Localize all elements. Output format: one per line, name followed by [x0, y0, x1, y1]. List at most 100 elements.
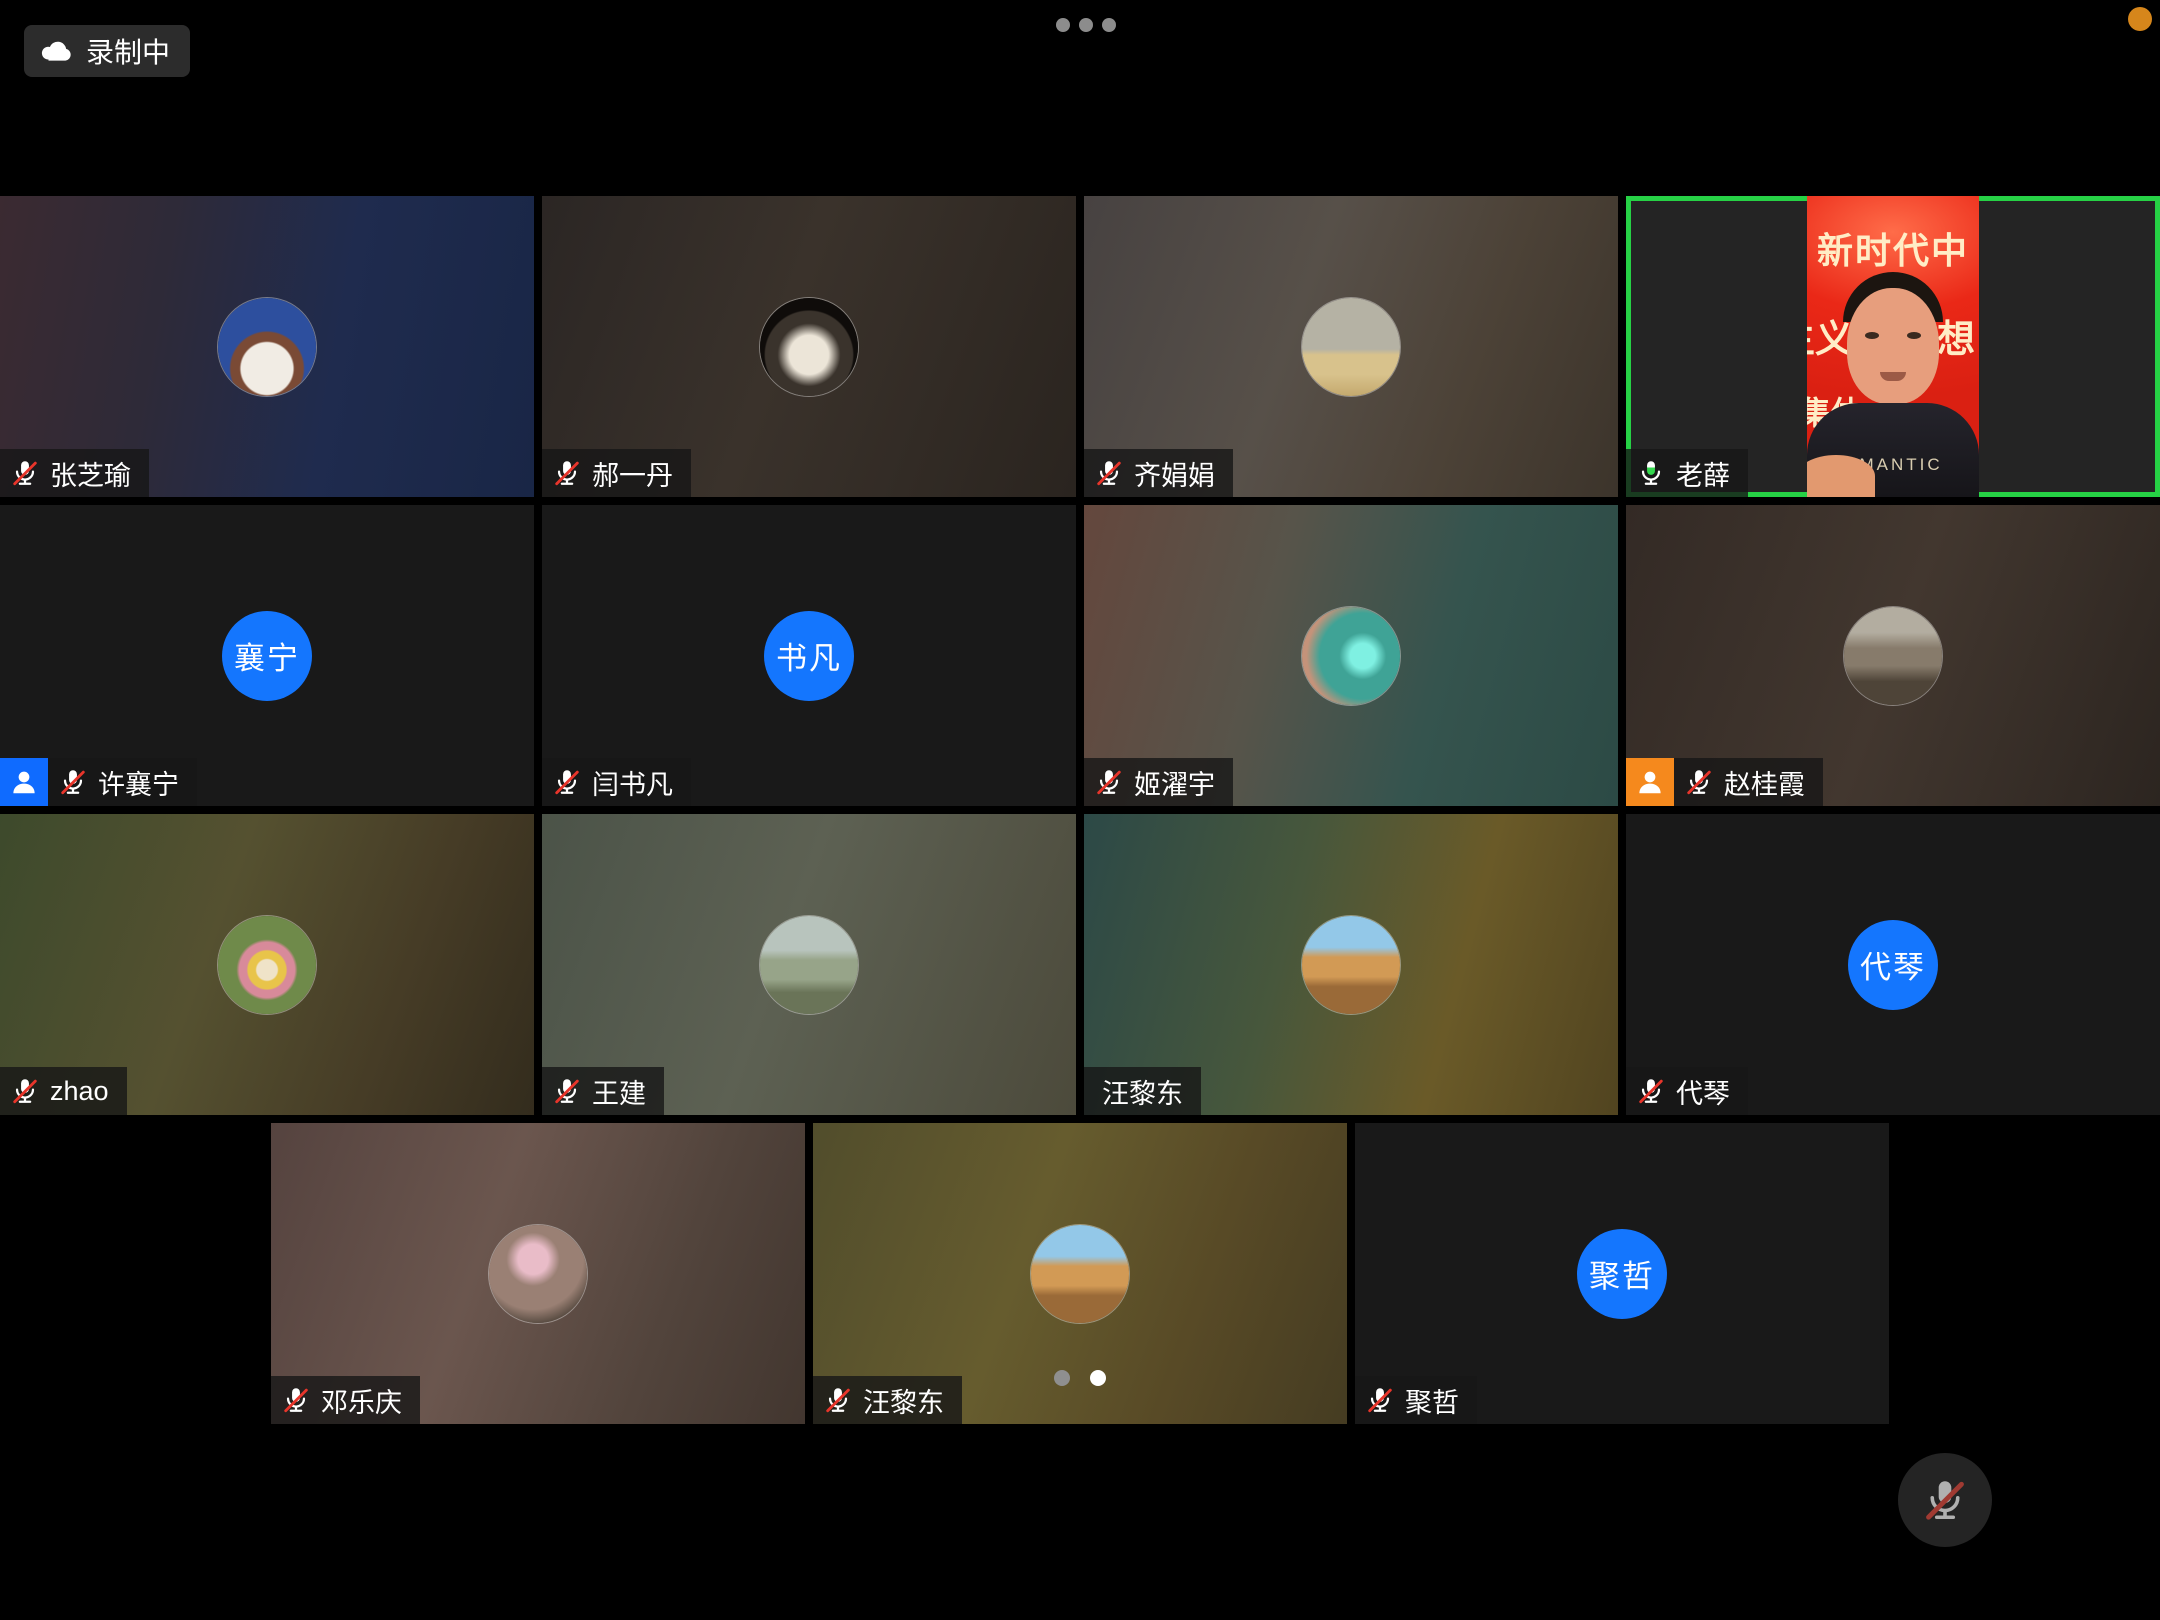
- tile-bottom-bar: 张芝瑜: [0, 449, 149, 497]
- video-feed: 新时代中主义想集体OMANTIC: [1807, 196, 1979, 497]
- participant-name-label: 郝一丹: [542, 449, 691, 497]
- participant-name: zhao: [50, 1076, 109, 1107]
- recording-badge-label: 录制中: [86, 31, 170, 71]
- mic-muted-icon: [1094, 458, 1124, 488]
- tile-bottom-bar: 齐娟娟: [1084, 449, 1233, 497]
- participant-tile[interactable]: 聚哲聚哲: [1355, 1123, 1889, 1424]
- person-face: [1847, 288, 1939, 404]
- participant-name: 许襄宁: [98, 763, 179, 802]
- mic-muted-icon: [823, 1385, 853, 1415]
- avatar-initials: 书凡: [764, 611, 854, 701]
- avatar: [1302, 298, 1400, 396]
- participant-name-label: 聚哲: [1355, 1376, 1477, 1424]
- more-options-icon[interactable]: [1056, 18, 1116, 32]
- mic-muted-icon: [1094, 767, 1124, 797]
- avatar-initials: 代琴: [1848, 920, 1938, 1010]
- participant-name-label: 姬濯宇: [1084, 758, 1233, 806]
- avatar: [1302, 607, 1400, 705]
- participant-name: 郝一丹: [592, 454, 673, 493]
- participant-name-label: 老薛: [1626, 449, 1748, 497]
- participant-tile[interactable]: 邓乐庆: [271, 1123, 805, 1424]
- participant-name-label: 王建: [542, 1067, 664, 1115]
- user-badge-icon: [0, 758, 48, 806]
- avatar: [218, 916, 316, 1014]
- participant-name: 邓乐庆: [321, 1381, 402, 1420]
- person-icon: [1635, 767, 1665, 797]
- pagination-dot[interactable]: [1090, 1370, 1106, 1386]
- participant-tile[interactable]: zhao: [0, 814, 534, 1115]
- participant-name-label: 汪黎东: [813, 1376, 962, 1424]
- avatar: [1302, 916, 1400, 1014]
- tile-bottom-bar: 邓乐庆: [271, 1376, 420, 1424]
- participant-tile[interactable]: 书凡闫书凡: [542, 505, 1076, 806]
- grid-row: 邓乐庆 汪黎东 聚哲聚哲: [0, 1123, 2160, 1424]
- mic-muted-icon: [1684, 767, 1714, 797]
- participant-tile[interactable]: 汪黎东: [813, 1123, 1347, 1424]
- tile-bottom-bar: 姬濯宇: [1084, 758, 1233, 806]
- avatar-initials: 襄宁: [222, 611, 312, 701]
- participant-tile[interactable]: 郝一丹: [542, 196, 1076, 497]
- participant-tile[interactable]: 齐娟娟: [1084, 196, 1618, 497]
- grid-row: 襄宁许襄宁书凡闫书凡姬濯宇赵桂霞: [0, 505, 2160, 806]
- grid-row: zhao 王建 汪黎东 代琴代琴: [0, 814, 2160, 1115]
- participant-name: 汪黎东: [1102, 1072, 1183, 1111]
- camera-active-indicator: [2128, 7, 2152, 31]
- participant-name-label: 汪黎东: [1084, 1067, 1201, 1115]
- avatar: [218, 298, 316, 396]
- mic-muted-icon: [552, 1076, 582, 1106]
- mic-muted-icon: [1636, 1076, 1666, 1106]
- tile-bottom-bar: zhao: [0, 1067, 127, 1115]
- avatar: [760, 298, 858, 396]
- participant-name: 齐娟娟: [1134, 454, 1215, 493]
- participant-name: 姬濯宇: [1134, 763, 1215, 802]
- participants-grid: 张芝瑜郝一丹齐娟娟新时代中主义想集体OMANTIC老薛襄宁许襄宁书凡闫书凡姬濯宇…: [0, 196, 2160, 1424]
- participant-name-label: zhao: [0, 1067, 127, 1115]
- mic-active-icon: [1636, 458, 1666, 488]
- participant-tile[interactable]: 王建: [542, 814, 1076, 1115]
- participant-name: 王建: [592, 1072, 646, 1111]
- participant-tile[interactable]: 襄宁许襄宁: [0, 505, 534, 806]
- tile-bottom-bar: 许襄宁: [0, 758, 197, 806]
- user-badge-icon: [1626, 758, 1674, 806]
- mic-muted-icon: [10, 1076, 40, 1106]
- participant-name-label: 闫书凡: [542, 758, 691, 806]
- participant-name-label: 赵桂霞: [1674, 758, 1823, 806]
- banner-text: 新时代中: [1807, 222, 1979, 274]
- mic-muted-icon: [552, 458, 582, 488]
- mic-toggle-button[interactable]: [1898, 1453, 1992, 1547]
- person-icon: [9, 767, 39, 797]
- tile-bottom-bar: 郝一丹: [542, 449, 691, 497]
- person-hand: [1807, 455, 1875, 497]
- participant-name: 汪黎东: [863, 1381, 944, 1420]
- participant-tile[interactable]: 新时代中主义想集体OMANTIC 老薛: [1626, 196, 2160, 497]
- tile-bottom-bar: 王建: [542, 1067, 664, 1115]
- participant-tile[interactable]: 汪黎东: [1084, 814, 1618, 1115]
- participant-tile[interactable]: 赵桂霞: [1626, 505, 2160, 806]
- participant-tile[interactable]: 代琴代琴: [1626, 814, 2160, 1115]
- tile-bottom-bar: 闫书凡: [542, 758, 691, 806]
- mic-muted-icon: [10, 458, 40, 488]
- mic-muted-icon: [552, 767, 582, 797]
- participant-name-label: 许襄宁: [48, 758, 197, 806]
- mic-muted-icon: [58, 767, 88, 797]
- pagination-dot[interactable]: [1054, 1370, 1070, 1386]
- recording-badge[interactable]: 录制中: [24, 25, 190, 77]
- participant-name-label: 齐娟娟: [1084, 449, 1233, 497]
- participant-name: 赵桂霞: [1724, 763, 1805, 802]
- pagination-dots[interactable]: [1054, 1370, 1106, 1386]
- avatar: [760, 916, 858, 1014]
- participant-tile[interactable]: 张芝瑜: [0, 196, 534, 497]
- participant-tile[interactable]: 姬濯宇: [1084, 505, 1618, 806]
- mic-muted-icon: [281, 1385, 311, 1415]
- cloud-icon: [40, 38, 74, 64]
- participant-name-label: 张芝瑜: [0, 449, 149, 497]
- participant-name-label: 邓乐庆: [271, 1376, 420, 1424]
- participant-name: 张芝瑜: [50, 454, 131, 493]
- tile-bottom-bar: 汪黎东: [813, 1376, 962, 1424]
- avatar: [1844, 607, 1942, 705]
- mic-muted-icon: [1365, 1385, 1395, 1415]
- grid-row: 张芝瑜 郝一丹 齐娟娟 新时代中主义想集体OMANTIC 老薛: [0, 196, 2160, 497]
- tile-bottom-bar: 赵桂霞: [1626, 758, 1823, 806]
- participant-name: 老薛: [1676, 454, 1730, 493]
- avatar: [489, 1225, 587, 1323]
